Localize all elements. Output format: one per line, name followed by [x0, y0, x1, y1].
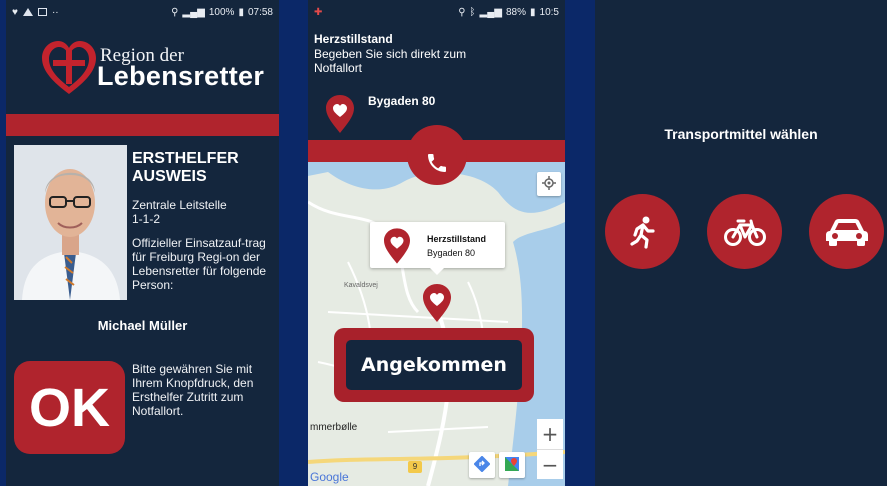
map-view[interactable]: Kavaldsvej Herzstillstand Bygaden 80 Ang… [308, 162, 565, 486]
ok-instructions: Bitte gewähren Sie mit Ihrem Knopfdruck,… [132, 362, 254, 418]
person-photo [14, 145, 127, 300]
dispatch-label: Zentrale Leitstelle [132, 198, 227, 212]
mission-text: Offizieller Einsatzauf-trag für Freiburg… [132, 236, 267, 292]
warning-icon [22, 8, 33, 16]
location-icon: ⚲ [458, 6, 466, 18]
car-button[interactable] [809, 194, 884, 269]
battery-percent: 88% [506, 6, 527, 18]
alert-text: Begeben Sie sich direkt zum Notfallort [314, 47, 467, 75]
info-popup[interactable]: Herzstillstand Bygaden 80 [370, 222, 505, 275]
route-number-badge: 9 [408, 461, 422, 473]
zoom-in-button[interactable]: + [537, 419, 563, 449]
signal-icon: ▂▄▆ [479, 6, 502, 18]
heart-status-icon: ♥ [12, 6, 18, 18]
heart-pin-icon [326, 95, 354, 133]
my-location-button[interactable] [537, 172, 561, 196]
directions-button[interactable] [469, 452, 495, 478]
transport-title: Transportmittel wählen [664, 126, 818, 142]
google-maps-icon [505, 456, 519, 471]
status-bar: ♥ ·· ⚲ ▂▄▆ 100% ▮ 07:58 [6, 0, 279, 24]
car-icon [825, 218, 868, 246]
emergency-map-screen: ✚ ⚲ ᛒ ▂▄▆ 88% ▮ 10:5 Herzstillstand Bege… [308, 0, 565, 486]
bicycle-button[interactable] [707, 194, 782, 269]
heart-cross-logo [42, 41, 96, 94]
battery-icon: ▮ [530, 6, 536, 18]
zoom-out-button[interactable]: − [537, 449, 563, 479]
address-label: Bygaden 80 [368, 94, 436, 108]
battery-icon: ▮ [238, 6, 244, 18]
clock: 10:5 [539, 6, 559, 18]
brand-line2: Lebensretter [97, 61, 265, 91]
open-maps-button[interactable] [499, 452, 525, 478]
arrived-button[interactable]: Angekommen [346, 340, 522, 390]
status-bar: ✚ ⚲ ᛒ ▂▄▆ 88% ▮ 10:5 [308, 0, 565, 24]
map-street-label: Kavaldsvej [344, 282, 378, 289]
red-divider [6, 114, 279, 136]
map-background [308, 162, 565, 486]
directions-icon [473, 455, 491, 472]
ok-button[interactable]: OK [14, 361, 125, 454]
bluetooth-icon: ᛒ [469, 6, 476, 18]
battery-percent: 100% [208, 6, 235, 18]
bicycle-icon [723, 219, 766, 246]
location-icon: ⚲ [171, 6, 179, 18]
crosshair-icon [542, 175, 556, 190]
phone-icon [428, 154, 446, 172]
id-card-screen: ♥ ·· ⚲ ▂▄▆ 100% ▮ 07:58 Region der Leben… [6, 0, 279, 486]
clock: 07:58 [247, 6, 273, 18]
popup-address: Bygaden 80 [427, 248, 476, 258]
transport-screen: Transportmittel wählen [595, 0, 887, 486]
dispatch-number: 1-1-2 [132, 212, 161, 226]
more-notifications-icon: ·· [51, 6, 59, 18]
heart-pin-icon [384, 228, 410, 264]
call-button[interactable] [407, 125, 467, 185]
cross-status-icon: ✚ [314, 6, 323, 18]
walk-button[interactable] [605, 194, 680, 269]
popup-title: Herzstillstand [427, 234, 487, 244]
google-logo: Google [310, 470, 349, 484]
person-name: Michael Müller [97, 318, 188, 333]
heart-pin-icon[interactable] [423, 284, 451, 322]
alert-title: Herzstillstand [314, 32, 393, 46]
signal-icon: ▂▄▆ [182, 6, 205, 18]
card-heading: ERSTHELFER AUSWEIS [132, 150, 239, 185]
arrived-highlight: Angekommen [334, 328, 534, 402]
map-town-label: mmerbølle [310, 422, 358, 433]
walk-icon [629, 216, 655, 249]
image-icon [37, 8, 47, 16]
